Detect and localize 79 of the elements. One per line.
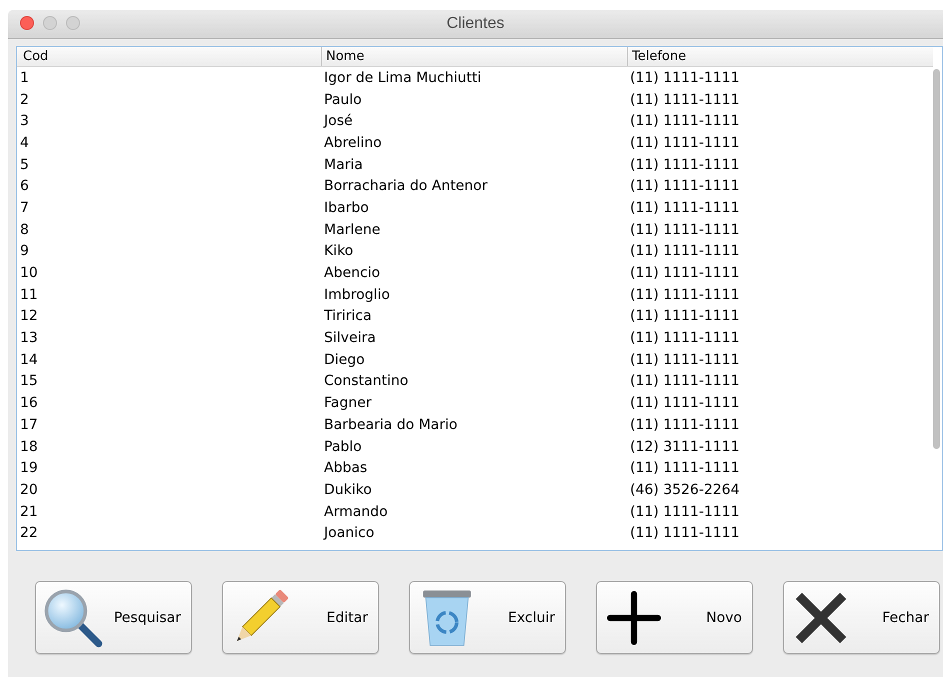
table-cell: Kiko xyxy=(324,243,354,260)
table-cell: (11) 1111-1111 xyxy=(630,200,740,216)
table-cell: (12) 3111-1111 xyxy=(630,438,740,455)
table-cell: (11) 1111-1111 xyxy=(630,330,740,346)
table-cell: Silveira xyxy=(324,330,376,346)
table-cell: (11) 1111-1111 xyxy=(630,222,740,238)
window-title: Clientes xyxy=(446,15,504,33)
table-cell: Fagner xyxy=(324,395,372,412)
table-cell: Ibarbo xyxy=(324,200,369,216)
table-cell: (46) 3526-2264 xyxy=(630,482,740,498)
table-cell: Igor de Lima Muchiutti xyxy=(324,70,482,86)
table-cell: 3 xyxy=(20,113,29,130)
table-cell: 16 xyxy=(20,395,38,412)
table-cell: (11) 1111-1111 xyxy=(630,525,740,542)
table-cell: Constantino xyxy=(324,373,408,390)
table-cell: Barbearia do Mario xyxy=(324,416,458,433)
table-cell: (11) 1111-1111 xyxy=(630,373,740,390)
table-cell: (11) 1111-1111 xyxy=(630,70,740,86)
table-cell: 7 xyxy=(20,200,29,216)
table-cell: 12 xyxy=(20,308,38,324)
table-cell: Tiririca xyxy=(324,308,372,324)
table-cell: Abbas xyxy=(324,460,368,476)
table-cell: Pablo xyxy=(324,438,362,455)
close-button[interactable]: Fechar xyxy=(783,581,940,654)
table-cell: Armando xyxy=(324,504,388,520)
table-cell: (11) 1111-1111 xyxy=(630,416,740,433)
table-cell: (11) 1111-1111 xyxy=(630,286,740,303)
table-cell: (11) 1111-1111 xyxy=(630,134,740,151)
table-cell: (11) 1111-1111 xyxy=(630,265,740,282)
delete-button[interactable]: Excluir xyxy=(409,581,566,654)
table-cell: 9 xyxy=(20,243,29,260)
table-cell: 1 xyxy=(20,70,29,86)
table-cell: Abrelino xyxy=(324,134,382,151)
table-cell: (11) 1111-1111 xyxy=(630,504,740,520)
table-cell: 2 xyxy=(20,92,29,108)
table-cell: (11) 1111-1111 xyxy=(630,243,740,260)
table-cell: 11 xyxy=(20,286,38,303)
table-cell: Diego xyxy=(324,352,365,368)
table-cell: 10 xyxy=(20,265,38,282)
column-header[interactable]: Cod xyxy=(17,47,321,66)
minimize-window-icon[interactable] xyxy=(43,16,57,30)
table-cell: 5 xyxy=(20,156,29,173)
table-cell: Dukiko xyxy=(324,482,372,498)
magnifier-icon xyxy=(42,586,104,648)
search-button[interactable]: Pesquisar xyxy=(35,581,192,654)
table-cell: Paulo xyxy=(324,92,362,108)
table-cell: (11) 1111-1111 xyxy=(630,308,740,324)
table-cell: 21 xyxy=(20,504,38,520)
table-cell: Imbroglio xyxy=(324,286,390,303)
table-cell: (11) 1111-1111 xyxy=(630,113,740,130)
table-cell: 18 xyxy=(20,438,38,455)
table-cell: Abencio xyxy=(324,265,380,282)
table-cell: Borracharia do Antenor xyxy=(324,178,488,194)
table-cell: 20 xyxy=(20,482,38,498)
table-cell: (11) 1111-1111 xyxy=(630,395,740,412)
table-cell: José xyxy=(324,113,353,130)
zoom-window-icon[interactable] xyxy=(66,16,80,30)
table-cell: 14 xyxy=(20,352,38,368)
table-cell: (11) 1111-1111 xyxy=(630,460,740,476)
table-cell: 6 xyxy=(20,178,29,194)
table-cell: (11) 1111-1111 xyxy=(630,92,740,108)
table-cell: Marlene xyxy=(324,222,380,238)
table-cell: 17 xyxy=(20,416,38,433)
table-cell: 22 xyxy=(20,525,38,542)
edit-button[interactable]: Editar xyxy=(222,581,379,654)
new-button[interactable]: Novo xyxy=(596,581,753,654)
column-header[interactable]: Nome xyxy=(321,47,627,66)
column-header[interactable]: Telefone xyxy=(627,47,933,66)
table-cell: 19 xyxy=(20,460,38,476)
table-cell: Maria xyxy=(324,156,363,173)
table-cell: (11) 1111-1111 xyxy=(630,178,740,194)
table-cell: (11) 1111-1111 xyxy=(630,352,740,368)
table-cell: 13 xyxy=(20,330,38,346)
table-cell: Joanico xyxy=(324,525,374,542)
close-window-icon[interactable] xyxy=(20,16,34,30)
table-cell: 8 xyxy=(20,222,29,238)
table-cell: 4 xyxy=(20,134,29,151)
table-cell: (11) 1111-1111 xyxy=(630,156,740,173)
table-cell: 15 xyxy=(20,373,38,390)
